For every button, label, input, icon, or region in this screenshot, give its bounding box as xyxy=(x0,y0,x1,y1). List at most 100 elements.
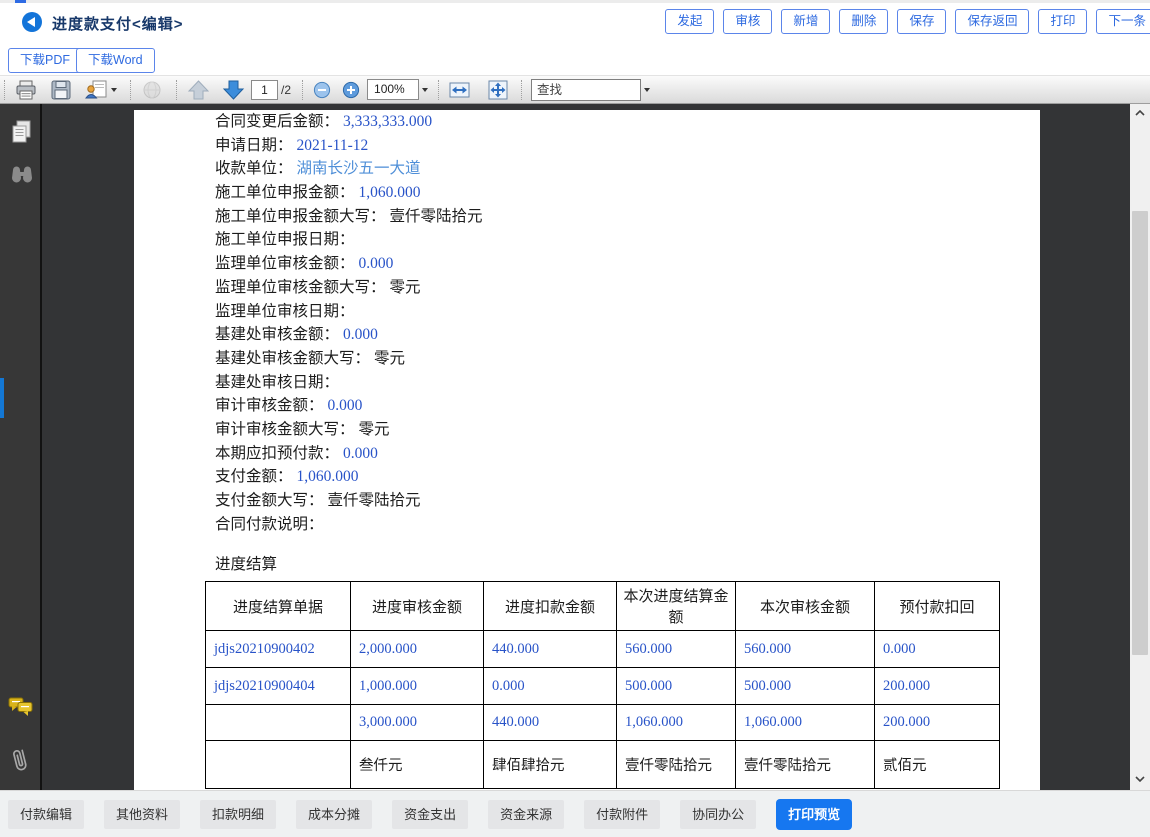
cell: jdjs20210900404 xyxy=(206,668,351,705)
zoom-level-select[interactable]: 100% xyxy=(367,79,419,100)
header-action-bar: 发起 审核 新增 删除 保存 保存返回 打印 下一条 xyxy=(665,9,1150,34)
doc-field-infrastructure-audit-amount: 基建处审核金额：0.000 xyxy=(215,323,1040,347)
cell: 500.000 xyxy=(736,668,875,705)
scroll-up-icon[interactable] xyxy=(1130,104,1150,121)
page-count-label: /2 xyxy=(281,83,291,97)
export-icon[interactable] xyxy=(82,78,120,102)
cell: 500.000 xyxy=(617,668,736,705)
next-page-icon[interactable] xyxy=(219,78,248,102)
download-word-button[interactable]: 下载Word xyxy=(76,48,155,73)
tab-fund-expense[interactable]: 资金支出 xyxy=(392,800,468,829)
tab-other-documents[interactable]: 其他资料 xyxy=(104,800,180,829)
cell: 1,060.000 xyxy=(736,705,875,741)
doc-field-supervisor-audit-amount: 监理单位审核金额：0.000 xyxy=(215,252,1040,276)
table-row: jdjs20210900402 2,000.000 440.000 560.00… xyxy=(206,631,1000,668)
next-record-button[interactable]: 下一条 xyxy=(1096,9,1150,34)
table-header-row: 进度结算单据 进度审核金额 进度扣款金额 本次进度结算金额 本次审核金额 预付款… xyxy=(206,582,1000,631)
initiate-button[interactable]: 发起 xyxy=(665,9,714,34)
save-return-button[interactable]: 保存返回 xyxy=(955,9,1029,34)
zoom-caret-icon[interactable] xyxy=(422,88,428,92)
cell: 叁仟元 xyxy=(351,741,484,789)
back-button[interactable] xyxy=(22,12,42,32)
cell: 200.000 xyxy=(875,705,1000,741)
doc-field-prepayment-deduction: 本期应扣预付款：0.000 xyxy=(215,442,1040,466)
save-button[interactable]: 保存 xyxy=(897,9,946,34)
pdf-toolbar: /2 100% xyxy=(0,75,1150,104)
tab-payment-attachment[interactable]: 付款附件 xyxy=(584,800,660,829)
cell: 200.000 xyxy=(875,668,1000,705)
find-input[interactable] xyxy=(531,79,641,101)
cell xyxy=(206,705,351,741)
doc-field-contractor-declared-amount: 施工单位申报金额：1,060.000 xyxy=(215,181,1040,205)
save-icon[interactable] xyxy=(48,78,74,102)
tab-deduction-detail[interactable]: 扣款明细 xyxy=(200,800,276,829)
arrow-left-icon xyxy=(27,17,35,27)
review-button[interactable]: 审核 xyxy=(723,9,772,34)
col-header: 进度审核金额 xyxy=(351,582,484,631)
cell: 肆佰肆拾元 xyxy=(484,741,617,789)
toolbar-group-handle xyxy=(438,80,439,100)
pdf-page: 合同变更后金额：3,333,333.000 申请日期：2021-11-12 收款… xyxy=(134,110,1040,790)
doc-field-contractor-declared-date: 施工单位申报日期： xyxy=(215,228,1040,252)
doc-field-payment-amount-caps: 支付金额大写：壹仟零陆拾元 xyxy=(215,489,1040,513)
table-section-title: 进度结算 xyxy=(215,553,1040,577)
print-button[interactable]: 打印 xyxy=(1038,9,1087,34)
viewer-sidebar xyxy=(0,104,42,790)
download-pdf-button[interactable]: 下载PDF xyxy=(8,48,82,73)
cell xyxy=(206,741,351,789)
app-header: 进度款支付<编辑> 发起 审核 新增 删除 保存 保存返回 打印 下一条 xyxy=(0,3,1150,46)
doc-field-supervisor-audit-date: 监理单位审核日期： xyxy=(215,300,1040,324)
zoom-in-icon[interactable] xyxy=(339,78,363,102)
tab-print-preview[interactable]: 打印预览 xyxy=(776,799,852,830)
cell: 1,060.000 xyxy=(617,705,736,741)
toolbar-group-handle xyxy=(130,80,131,100)
cell: 2,000.000 xyxy=(351,631,484,668)
cell: 贰佰元 xyxy=(875,741,1000,789)
download-bar: 下载PDF 下载Word xyxy=(0,46,1150,75)
doc-field-contractor-declared-amount-caps: 施工单位申报金额大写：壹仟零陆拾元 xyxy=(215,205,1040,229)
table-row: jdjs20210900404 1,000.000 0.000 500.000 … xyxy=(206,668,1000,705)
find-caret-icon[interactable] xyxy=(644,88,650,92)
add-button[interactable]: 新增 xyxy=(781,9,830,34)
cell: 440.000 xyxy=(484,705,617,741)
page-number-input[interactable] xyxy=(251,80,278,100)
fit-width-icon[interactable] xyxy=(446,78,473,102)
zoom-out-icon[interactable] xyxy=(310,78,334,102)
tab-collaboration[interactable]: 协同办公 xyxy=(680,800,756,829)
doc-field-audit-amount: 审计审核金额：0.000 xyxy=(215,394,1040,418)
scroll-down-icon[interactable] xyxy=(1130,770,1150,787)
doc-field-audit-amount-caps: 审计审核金额大写：零元 xyxy=(215,418,1040,442)
fit-page-icon[interactable] xyxy=(485,78,511,102)
tab-payment-edit[interactable]: 付款编辑 xyxy=(8,800,84,829)
cell: 0.000 xyxy=(875,631,1000,668)
pdf-viewer: 合同变更后金额：3,333,333.000 申请日期：2021-11-12 收款… xyxy=(0,104,1150,790)
delete-button[interactable]: 删除 xyxy=(839,9,888,34)
comments-icon[interactable] xyxy=(8,696,34,723)
col-header: 进度扣款金额 xyxy=(484,582,617,631)
doc-field-supervisor-audit-amount-caps: 监理单位审核金额大写：零元 xyxy=(215,276,1040,300)
tab-fund-source[interactable]: 资金来源 xyxy=(488,800,564,829)
cell: 560.000 xyxy=(736,631,875,668)
cell: 壹仟零陆拾元 xyxy=(617,741,736,789)
toolbar-group-handle xyxy=(4,80,5,100)
bottom-tab-bar: 付款编辑 其他资料 扣款明细 成本分摊 资金支出 资金来源 付款附件 协同办公 … xyxy=(0,790,1150,837)
doc-field-infrastructure-audit-amount-caps: 基建处审核金额大写：零元 xyxy=(215,347,1040,371)
page-thumbnails-icon[interactable] xyxy=(10,120,33,150)
document-fields: 合同变更后金额：3,333,333.000 申请日期：2021-11-12 收款… xyxy=(215,110,1040,789)
doc-field-payment-amount: 支付金额：1,060.000 xyxy=(215,465,1040,489)
tab-cost-allocation[interactable]: 成本分摊 xyxy=(296,800,372,829)
cell: 3,000.000 xyxy=(351,705,484,741)
binoculars-icon[interactable] xyxy=(10,166,34,190)
cell: 1,000.000 xyxy=(351,668,484,705)
export-caret-icon xyxy=(111,88,117,92)
viewer-scrollbar[interactable] xyxy=(1130,104,1150,790)
print-icon[interactable] xyxy=(12,78,40,102)
cell: 560.000 xyxy=(617,631,736,668)
cell: 壹仟零陆拾元 xyxy=(736,741,875,789)
paperclip-icon[interactable] xyxy=(11,746,31,779)
previous-page-icon xyxy=(184,78,213,102)
progress-settlement-table: 进度结算单据 进度审核金额 进度扣款金额 本次进度结算金额 本次审核金额 预付款… xyxy=(205,581,1000,789)
toolbar-group-handle xyxy=(176,80,177,100)
scrollbar-thumb[interactable] xyxy=(1132,211,1148,655)
cell: 440.000 xyxy=(484,631,617,668)
